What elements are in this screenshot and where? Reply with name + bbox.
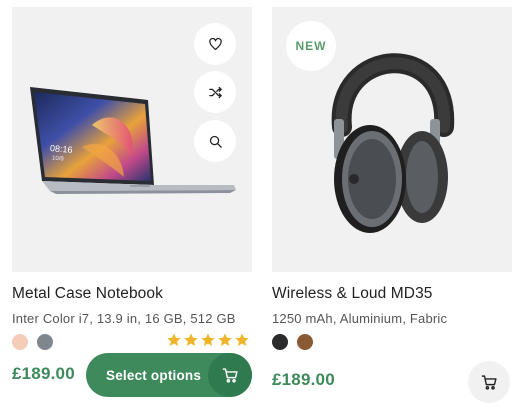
cart-icon — [222, 367, 238, 383]
product-title[interactable]: Metal Case Notebook — [12, 285, 252, 303]
product-specs: 1250 mAh, Aluminium, Fabric — [272, 311, 448, 326]
select-options-label: Select options — [106, 367, 202, 383]
screen-clock: 08:16 — [49, 143, 73, 155]
search-icon — [209, 135, 222, 148]
heart-icon — [208, 37, 222, 50]
wishlist-button[interactable] — [194, 23, 236, 65]
new-badge: NEW — [286, 21, 336, 71]
screen-date: 10/8 — [51, 155, 64, 163]
shuffle-icon — [208, 86, 222, 98]
add-to-cart-button[interactable] — [468, 361, 510, 403]
color-swatches — [272, 334, 313, 350]
product-price: £189.00 — [12, 364, 75, 383]
star-icon — [218, 333, 232, 346]
star-icon — [235, 333, 249, 346]
product-price: £189.00 — [272, 370, 335, 389]
swatch-black[interactable] — [272, 334, 288, 350]
swatch-peach[interactable] — [12, 334, 28, 350]
product-card-headphones[interactable]: NEW Wireless & Loud MD35 1250 mAh, Alumi… — [272, 7, 512, 326]
star-icon — [201, 333, 215, 346]
product-specs: Inter Color i7, 13.9 in, 16 GB, 512 GB — [12, 311, 236, 326]
swatch-gray[interactable] — [37, 334, 53, 350]
star-icon — [167, 333, 181, 346]
quick-view-button[interactable] — [194, 120, 236, 162]
select-options-button[interactable]: Select options — [86, 353, 252, 397]
cart-icon — [481, 374, 497, 390]
compare-button[interactable] — [194, 71, 236, 113]
add-to-cart-button[interactable] — [208, 353, 252, 397]
color-swatches — [12, 334, 53, 350]
star-icon — [184, 333, 198, 346]
product-image-area[interactable]: NEW — [272, 7, 512, 272]
product-title[interactable]: Wireless & Loud MD35 — [272, 285, 512, 303]
swatch-brown[interactable] — [297, 334, 313, 350]
product-image-area[interactable]: 08:16 10/8 — [12, 7, 252, 272]
product-card-notebook[interactable]: 08:16 10/8 Metal Case Notebook Inter Col… — [12, 7, 252, 326]
rating-stars — [166, 332, 250, 348]
